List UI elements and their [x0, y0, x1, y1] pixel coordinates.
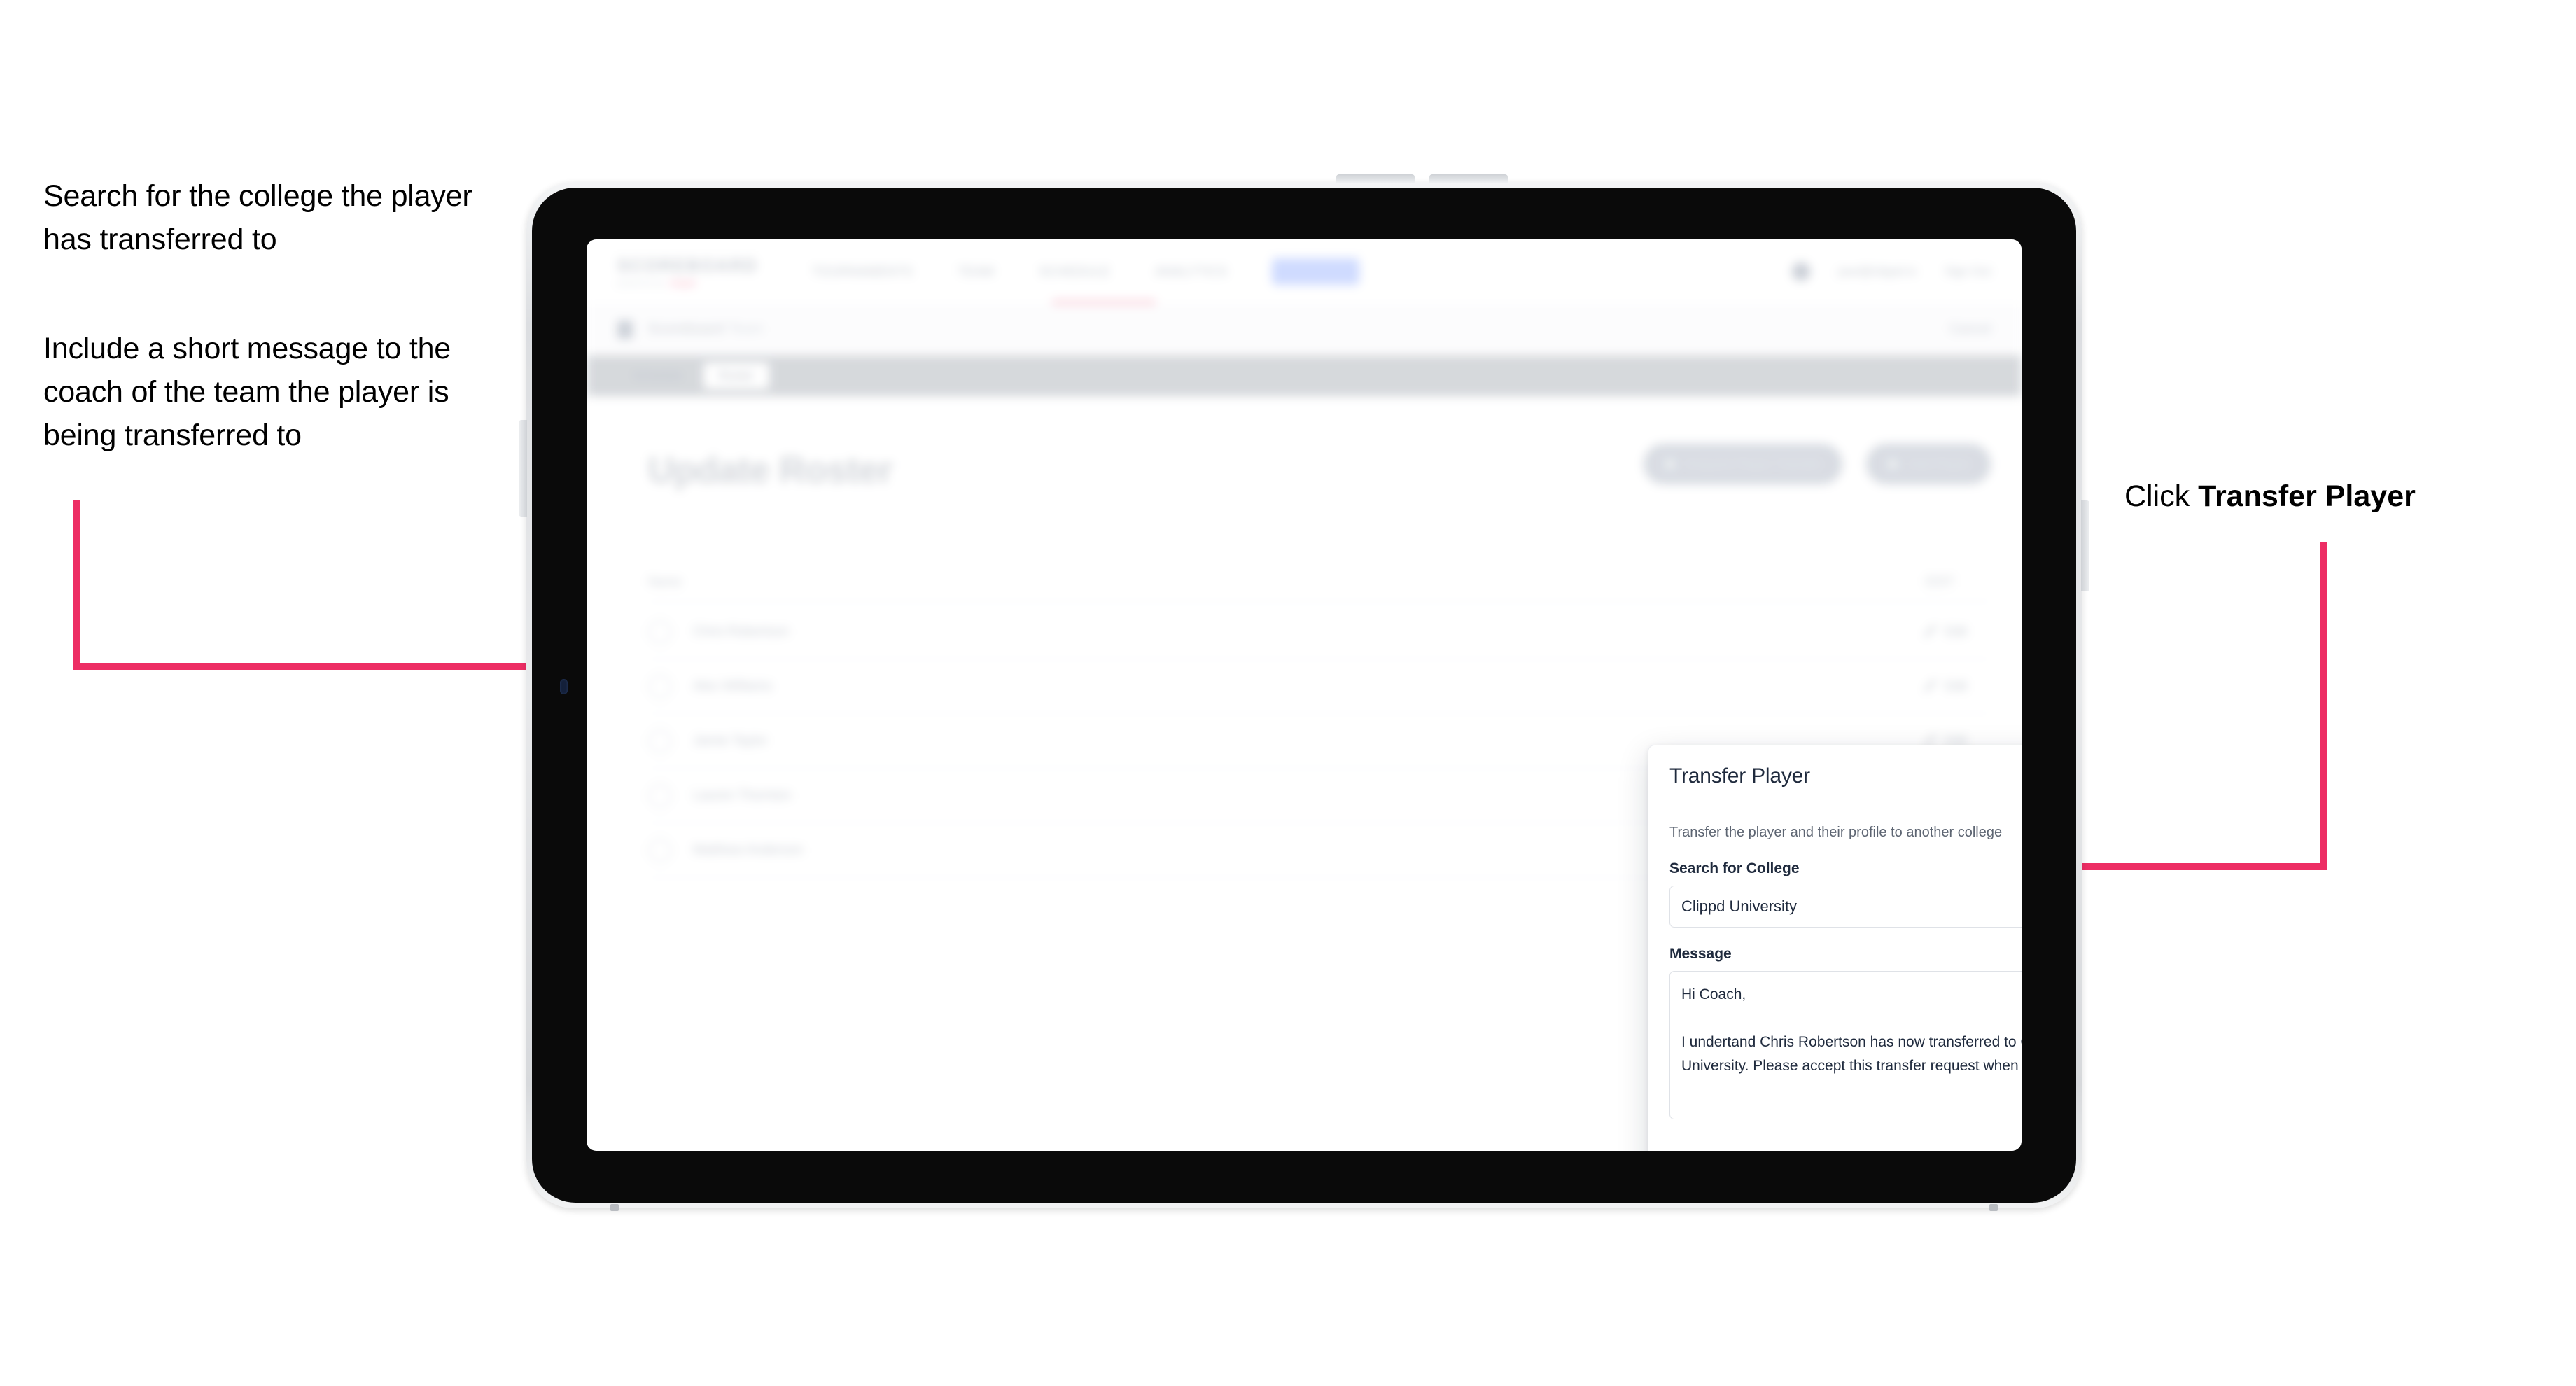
request-player-transfer-button[interactable]: Request Player Transfer: [1643, 444, 1842, 484]
player-name: Chris Robertson: [693, 624, 790, 639]
nav-item-analytics[interactable]: ANALYTICS: [1155, 265, 1227, 279]
edit-label: Edit: [1945, 624, 1967, 638]
avatar: [648, 674, 672, 699]
breadcrumb-secondary: Team: [728, 321, 764, 337]
pencil-icon: [1924, 626, 1937, 638]
annotation-include-message: Include a short message to the coach of …: [43, 332, 451, 452]
device-foot-right: [1989, 1204, 1998, 1211]
plus-icon: [1886, 458, 1898, 470]
tablet-device-frame: SCOREBOARD powered by clippd TOURNAMENTS…: [519, 174, 2090, 1211]
nav-item-team[interactable]: TEAM: [958, 265, 994, 279]
avatar: [648, 729, 672, 753]
app-header: SCOREBOARD powered by clippd TOURNAMENTS…: [587, 239, 2022, 304]
sign-out-link[interactable]: Sign Out: [1945, 265, 1991, 279]
table-header: Name EDIT: [648, 563, 1991, 602]
player-name: Matthew Anderson: [693, 842, 804, 858]
volume-up-button[interactable]: [1336, 174, 1415, 183]
front-camera-icon: [560, 679, 568, 694]
avatar: [648, 783, 672, 808]
tablet-bezel: SCOREBOARD powered by clippd TOURNAMENTS…: [532, 188, 2076, 1203]
transfer-icon: [1664, 458, 1676, 470]
avatar: [648, 620, 672, 644]
player-name: Lauren Thornton: [693, 788, 792, 803]
annotation-click-bold: Transfer Player: [2198, 479, 2416, 513]
column-header-edit: EDIT: [1925, 575, 1954, 589]
avatar: [648, 838, 672, 862]
search-college-label: Search for College: [1670, 860, 1800, 876]
transfer-player-dialog: Transfer Player Transfer the player and …: [1648, 745, 2022, 1151]
user-area: paul@clippd.io Sign Out: [1792, 262, 1991, 281]
add-player-label: Add Player: [1907, 456, 1970, 471]
table-row[interactable]: Alex Williams Edit: [648, 659, 1991, 714]
message-textarea[interactable]: Hi Coach, I undertand Chris Robertson ha…: [1670, 971, 2022, 1119]
annotation-click-prefix: Click: [2124, 479, 2199, 513]
pencil-icon: [1924, 680, 1937, 692]
breadcrumb: Scoreboard Team Cancel: [587, 304, 2022, 356]
logo-text: SCOREBOARD: [617, 255, 758, 276]
add-player-button[interactable]: Add Player: [1865, 444, 1991, 484]
dialog-body: Transfer the player and their profile to…: [1648, 806, 2022, 1138]
avatar[interactable]: [1792, 262, 1811, 281]
nav-upgrade-button[interactable]: UPGRADE: [1272, 258, 1359, 285]
logo-brand: clippd: [668, 279, 696, 288]
tablet-screen: SCOREBOARD powered by clippd TOURNAMENTS…: [587, 239, 2022, 1151]
screenshot-canvas: Search for the college the player has tr…: [0, 0, 2576, 1386]
nav-item-schedule[interactable]: SCHEDULE: [1039, 265, 1110, 279]
app-logo[interactable]: SCOREBOARD powered by clippd: [617, 255, 758, 288]
breadcrumb-primary: Scoreboard: [648, 321, 724, 337]
player-name: Alex Williams: [693, 678, 772, 694]
tab-schedule[interactable]: Schedule: [617, 363, 698, 389]
power-button[interactable]: [519, 420, 527, 517]
dialog-header: Transfer Player: [1648, 746, 2022, 806]
column-header-name: Name: [648, 575, 682, 589]
page-title: Update Roster: [648, 450, 892, 491]
main-navigation: TOURNAMENTS TEAM SCHEDULE ANALYTICS UPGR…: [812, 258, 1359, 285]
tab-roster[interactable]: Roster: [703, 363, 769, 389]
device-foot-left: [610, 1204, 619, 1211]
message-label: Message: [1670, 946, 1732, 962]
table-row[interactable]: Chris Robertson Edit: [648, 605, 1991, 659]
search-college-input[interactable]: Clippd University: [1670, 886, 2022, 927]
logo-subtext: powered by: [617, 279, 664, 288]
edit-action[interactable]: Edit: [1924, 624, 1967, 639]
edit-action[interactable]: Edit: [1924, 679, 1967, 694]
volume-down-button[interactable]: [1429, 174, 1508, 183]
request-transfer-label: Request Player Transfer: [1685, 456, 1821, 471]
dialog-title: Transfer Player: [1670, 764, 1810, 788]
breadcrumb-cancel[interactable]: Cancel: [1949, 322, 1991, 337]
nav-item-tournaments[interactable]: TOURNAMENTS: [812, 265, 913, 279]
side-button[interactable]: [2081, 500, 2090, 592]
breadcrumb-label: Scoreboard Team: [648, 321, 764, 337]
user-email: paul@clippd.io: [1838, 265, 1917, 278]
annotation-search-college: Search for the college the player has tr…: [43, 179, 472, 256]
annotation-click-transfer-player: Click Transfer Player: [2124, 479, 2416, 514]
tab-bar: Schedule Roster: [587, 356, 2022, 396]
edit-label: Edit: [1945, 679, 1967, 693]
book-icon: [617, 320, 633, 339]
dialog-subtitle: Transfer the player and their profile to…: [1670, 825, 2003, 840]
player-name: Jamie Taylor: [693, 733, 768, 748]
dialog-footer: Cancel Transfer Player: [1648, 1138, 2022, 1151]
